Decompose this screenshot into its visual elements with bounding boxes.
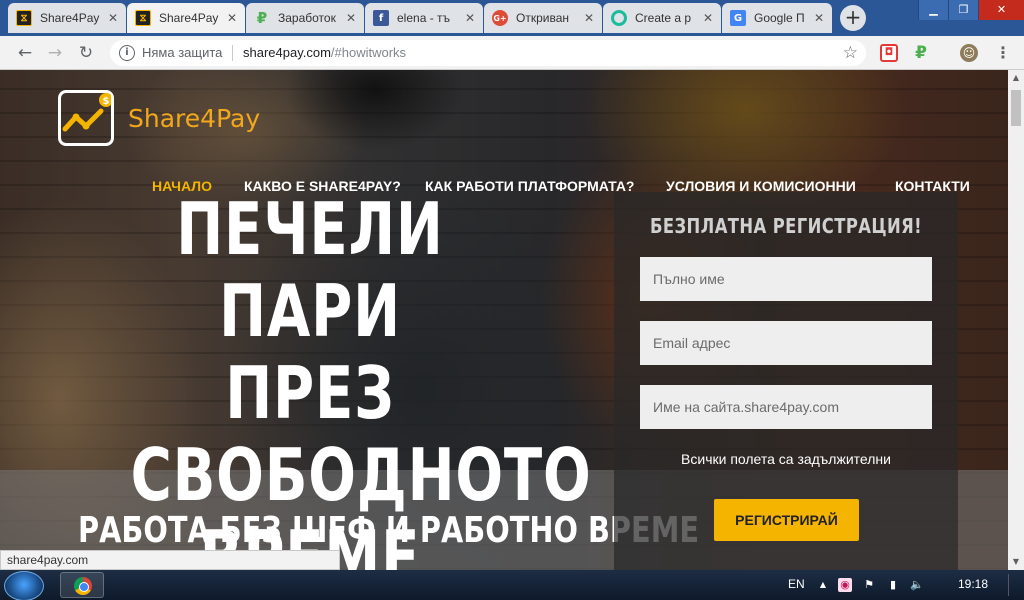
show-desktop-button[interactable]: [1008, 574, 1022, 596]
page-scrollbar[interactable]: ▲ ▼: [1008, 70, 1024, 570]
nav-contacts[interactable]: КОНТАКТИ: [895, 178, 970, 194]
site-name-field[interactable]: [640, 385, 932, 429]
ruble-extension-icon[interactable]: ₽: [912, 44, 930, 62]
tab-share4pay-1[interactable]: ⧖ Share4Pay ✕: [8, 3, 126, 33]
hero-subline: РАБОТА БЕЗ ШЕФ И РАБОТНО ВРЕМЕ: [78, 510, 700, 551]
security-label: Няма защита: [142, 45, 223, 60]
headline-line: СВОБОДНОТО: [130, 433, 592, 517]
close-icon[interactable]: ✕: [701, 11, 715, 25]
site-logo[interactable]: $ Share4Pay: [58, 90, 260, 146]
close-icon[interactable]: ✕: [582, 11, 596, 25]
restore-icon[interactable]: ❐: [948, 0, 978, 20]
logo-text: Share4Pay: [128, 104, 260, 133]
new-tab-button[interactable]: +: [840, 5, 866, 31]
nav-what-is[interactable]: КАКВО Е SHARE4PAY?: [244, 178, 401, 194]
required-fields-note: Всички полета са задължителни: [681, 451, 891, 467]
chart-logo-icon: $: [58, 90, 114, 146]
windows-taskbar: EN ▲ ◉ ⚑ ▮ 🔈 19:18: [0, 570, 1024, 600]
close-icon[interactable]: ✕: [225, 11, 239, 25]
google-plus-icon: G+: [492, 10, 508, 26]
ruble-icon: ₽: [256, 9, 268, 27]
tab-title: Create a p: [635, 11, 692, 25]
share4pay-icon: ⧖: [16, 10, 32, 26]
minimize-icon[interactable]: ▁: [918, 0, 948, 20]
headline-line: ПЕЧЕЛИ ПАРИ: [176, 187, 444, 353]
taskbar-chrome-button[interactable]: [60, 572, 104, 598]
logo-text-4: 4: [200, 103, 217, 133]
chrome-icon: [74, 577, 92, 595]
logo-text-share: Share: [128, 103, 201, 133]
url-path: /#howitworks: [330, 45, 407, 60]
close-icon[interactable]: ✕: [463, 11, 477, 25]
volume-icon[interactable]: 🔈: [910, 578, 924, 592]
pocket-extension-icon[interactable]: ◘: [880, 44, 898, 62]
register-button[interactable]: РЕГИСТРИРАЙ: [714, 499, 859, 541]
svg-text:$: $: [103, 96, 110, 107]
nav-terms[interactable]: УСЛОВИЯ И КОМИСИОННИ: [666, 178, 856, 194]
tab-google-plus[interactable]: G+ Откриван ✕: [484, 3, 602, 33]
registration-form: БЕЗПЛАТНА РЕГИСТРАЦИЯ! Всички полета са …: [614, 192, 958, 570]
facebook-icon: f: [373, 10, 389, 26]
close-icon[interactable]: ✕: [812, 11, 826, 25]
status-bubble-url: share4pay.com: [0, 550, 340, 570]
language-indicator[interactable]: EN: [788, 577, 805, 591]
loop-icon: [611, 10, 627, 26]
divider: [232, 45, 233, 61]
info-icon[interactable]: i: [119, 45, 135, 61]
tab-title: elena - тъ: [397, 11, 451, 25]
tab-zarabotok[interactable]: ₽ Заработок ✕: [246, 3, 364, 33]
tab-title: Откриван: [516, 11, 569, 25]
back-icon[interactable]: ←: [14, 42, 36, 64]
tab-strip: ⧖ Share4Pay ✕ ⧖ Share4Pay ✕ ₽ Заработок …: [0, 0, 1024, 36]
tab-share4pay-2[interactable]: ⧖ Share4Pay ✕: [127, 3, 245, 33]
nav-home[interactable]: НАЧАЛО: [152, 178, 212, 194]
logo-text-pay: Pay: [216, 103, 261, 133]
hero-section: $ Share4Pay НАЧАЛО КАКВО Е SHARE4PAY? КА…: [0, 70, 1008, 570]
tab-google-translate[interactable]: G Google П ✕: [722, 3, 832, 33]
close-icon[interactable]: ✕: [106, 11, 120, 25]
headline-line: ПРЕЗ: [225, 351, 395, 435]
full-name-field[interactable]: [640, 257, 932, 301]
show-hidden-icons-icon[interactable]: ▲: [816, 578, 830, 592]
close-icon[interactable]: ✕: [344, 11, 358, 25]
tab-create[interactable]: Create a p ✕: [603, 3, 721, 33]
tray-app-icon[interactable]: ◉: [838, 578, 852, 592]
close-window-icon[interactable]: ✕: [978, 0, 1024, 20]
power-icon[interactable]: ▮: [886, 578, 900, 592]
forward-icon[interactable]: →: [44, 42, 66, 64]
scroll-up-icon[interactable]: ▲: [1008, 70, 1024, 86]
email-field[interactable]: [640, 321, 932, 365]
action-center-flag-icon[interactable]: ⚑: [862, 578, 876, 592]
scroll-thumb[interactable]: [1011, 90, 1021, 126]
tab-title: Share4Pay: [159, 11, 219, 25]
share4pay-icon: ⧖: [135, 10, 151, 26]
window-controls: ▁ ❐ ✕: [918, 0, 1024, 20]
nav-how-it-works[interactable]: КАК РАБОТИ ПЛАТФОРМАТА?: [425, 178, 634, 194]
url-text[interactable]: share4pay.com/#howitworks: [243, 45, 406, 60]
reload-icon[interactable]: ↻: [75, 42, 97, 64]
google-translate-icon: G: [730, 10, 746, 26]
profile-avatar[interactable]: ☺: [960, 44, 978, 62]
windows-start-icon[interactable]: [4, 571, 44, 600]
url-host: share4pay.com: [243, 45, 331, 60]
address-bar[interactable]: i Няма защита share4pay.com/#howitworks …: [110, 40, 866, 66]
registration-title: БЕЗПЛАТНА РЕГИСТРАЦИЯ!: [649, 214, 923, 238]
tab-title: Share4Pay: [40, 11, 100, 25]
browser-toolbar: ← → ↻ i Няма защита share4pay.com/#howit…: [0, 36, 1024, 70]
menu-dots-icon[interactable]: ⋮: [994, 44, 1012, 62]
bookmark-star-icon[interactable]: ☆: [843, 43, 858, 63]
scroll-down-icon[interactable]: ▼: [1008, 554, 1024, 570]
tab-facebook[interactable]: f elena - тъ ✕: [365, 3, 483, 33]
tab-title: Заработок: [278, 11, 336, 25]
tab-title: Google П: [754, 11, 805, 25]
clock[interactable]: 19:18: [958, 577, 988, 591]
